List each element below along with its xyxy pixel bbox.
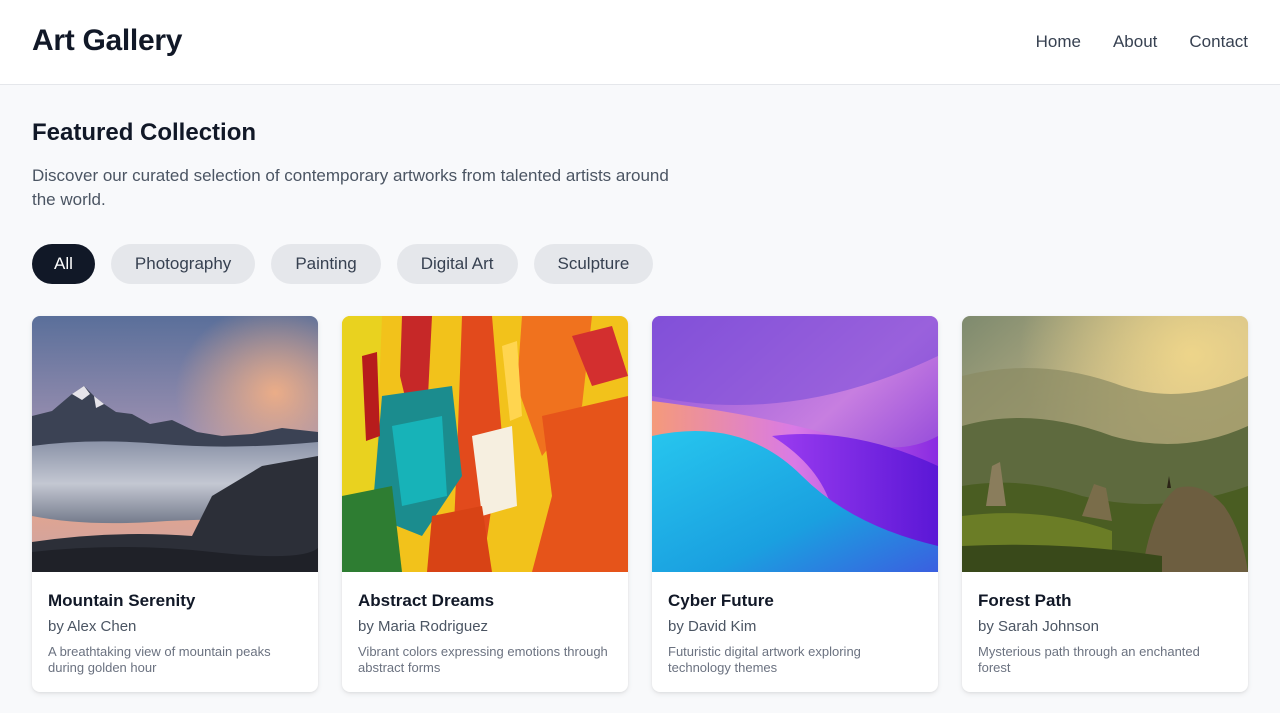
artwork-image-cyber <box>652 316 938 572</box>
artwork-description: Mysterious path through an enchanted for… <box>978 644 1200 675</box>
artwork-image-abstract <box>342 316 628 572</box>
nav-contact-link[interactable]: Contact <box>1189 32 1248 52</box>
nav-about-link[interactable]: About <box>1113 32 1157 52</box>
artwork-description: A breathtaking view of mountain peaks du… <box>48 644 271 675</box>
card-body: Forest Path by Sarah Johnson Mysterious … <box>962 572 1248 676</box>
artwork-card[interactable]: Abstract Dreams by Maria Rodriguez Vibra… <box>342 316 628 692</box>
artwork-title: Abstract Dreams <box>358 591 495 610</box>
artwork-title: Mountain Serenity <box>48 591 196 610</box>
artwork-card[interactable]: Forest Path by Sarah Johnson Mysterious … <box>962 316 1248 692</box>
filter-all-button[interactable]: All <box>32 244 95 284</box>
filter-photography-button[interactable]: Photography <box>110 244 256 284</box>
artwork-card[interactable]: Mountain Serenity by Alex Chen A breatht… <box>32 316 318 692</box>
card-body: Abstract Dreams by Maria Rodriguez Vibra… <box>342 572 628 676</box>
card-body: Cyber Future by David Kim Futuristic dig… <box>652 572 938 676</box>
card-body: Mountain Serenity by Alex Chen A breatht… <box>32 572 318 676</box>
main-nav: Home About Contact <box>1036 32 1248 52</box>
artwork-artist: by Sarah Johnson <box>978 618 1099 635</box>
filter-bar: All Photography Painting Digital Art Scu… <box>32 244 654 284</box>
section-title: Featured Collection <box>32 119 257 146</box>
artwork-grid: Mountain Serenity by Alex Chen A breatht… <box>32 316 1248 692</box>
artwork-card[interactable]: Cyber Future by David Kim Futuristic dig… <box>652 316 938 692</box>
filter-painting-button[interactable]: Painting <box>271 244 381 284</box>
site-header: Art Gallery Home About Contact <box>0 0 1280 85</box>
filter-digital-art-button[interactable]: Digital Art <box>396 244 518 284</box>
nav-home-link[interactable]: Home <box>1036 32 1081 52</box>
artwork-artist: by David Kim <box>668 618 757 635</box>
site-logo[interactable]: Art Gallery <box>32 24 182 58</box>
artwork-image-mountain <box>32 316 318 572</box>
artwork-artist: by Maria Rodriguez <box>358 618 489 635</box>
artwork-title: Forest Path <box>978 591 1072 610</box>
section-description: Discover our curated selection of contem… <box>32 166 669 209</box>
artwork-description: Futuristic digital artwork exploring tec… <box>668 644 861 675</box>
artwork-title: Cyber Future <box>668 591 774 610</box>
artwork-artist: by Alex Chen <box>48 618 137 635</box>
artwork-description: Vibrant colors expressing emotions throu… <box>358 644 608 675</box>
filter-sculpture-button[interactable]: Sculpture <box>533 244 654 284</box>
artwork-image-forest <box>962 316 1248 572</box>
